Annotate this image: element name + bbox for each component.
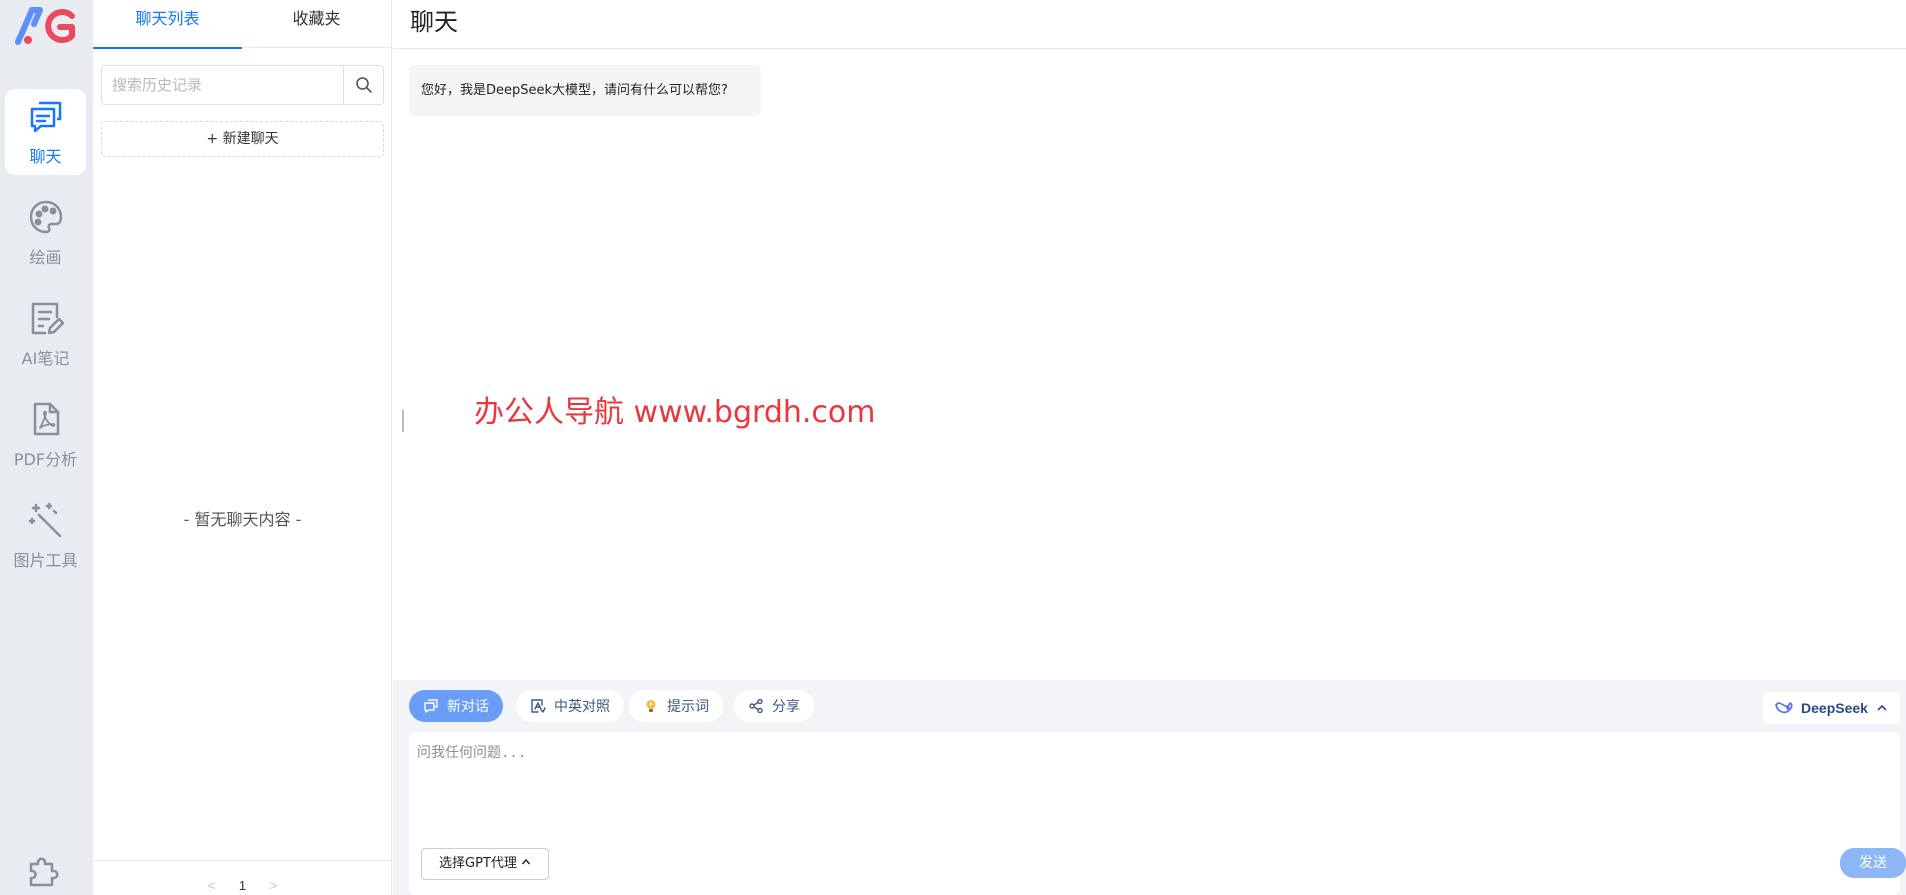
- search-icon: [355, 77, 372, 93]
- rail-item-draw[interactable]: 绘画: [5, 190, 86, 276]
- new-conversation-label: 新对话: [447, 699, 489, 715]
- rail-item-pdf[interactable]: PDF分析: [5, 392, 86, 478]
- tab-chat-list[interactable]: 聊天列表: [93, 0, 242, 49]
- message-input-box: 选择GPT代理 发送: [409, 732, 1906, 895]
- new-chat-button[interactable]: + 新建聊天: [101, 121, 384, 157]
- prompt-label: 提示词: [667, 699, 709, 715]
- chat-main: 聊天 您好，我是DeepSeek大模型，请问有什么可以帮您? 办公人导航 www…: [393, 0, 1906, 895]
- magic-wand-icon: [28, 502, 61, 538]
- select-agent-label: 选择GPT代理: [439, 856, 517, 871]
- rail-label-ai-note: AI笔记: [21, 349, 70, 368]
- translate-icon: [531, 699, 546, 713]
- model-name: DeepSeek: [1801, 700, 1868, 716]
- watermark-text: 办公人导航 www.bgrdh.com: [474, 395, 876, 430]
- note-icon: [31, 302, 64, 335]
- message-input[interactable]: [409, 732, 1900, 852]
- share-button[interactable]: 分享: [734, 690, 814, 722]
- nav-rail: 聊天 绘画 AI笔记 PDF分析 图片工具: [0, 0, 93, 895]
- send-button[interactable]: 发送: [1840, 848, 1906, 878]
- new-conversation-button[interactable]: 新对话: [409, 690, 503, 722]
- prev-page-button[interactable]: <: [208, 871, 216, 895]
- search-box: [101, 65, 384, 105]
- next-page-button[interactable]: >: [270, 871, 278, 895]
- translate-button[interactable]: 中英对照: [516, 690, 624, 722]
- translate-label: 中英对照: [554, 699, 610, 715]
- rail-item-ai-note[interactable]: AI笔记: [5, 291, 86, 377]
- rail-label-image-tools: 图片工具: [13, 551, 78, 570]
- whale-icon: [1775, 702, 1793, 714]
- select-agent-button[interactable]: 选择GPT代理: [421, 848, 549, 880]
- share-label: 分享: [772, 699, 800, 715]
- page-title: 聊天: [410, 8, 458, 36]
- rail-item-chat[interactable]: 聊天: [5, 89, 86, 175]
- pagination: < 1 >: [93, 860, 392, 895]
- tab-favorites[interactable]: 收藏夹: [242, 0, 391, 48]
- assistant-message: 您好，我是DeepSeek大模型，请问有什么可以帮您?: [409, 65, 761, 116]
- prompt-button[interactable]: 提示词: [629, 690, 723, 722]
- rail-item-image-tools[interactable]: 图片工具: [5, 493, 86, 579]
- ag-logo-icon[interactable]: [14, 4, 78, 48]
- chat-list-panel: 聊天列表 收藏夹 + 新建聊天 - 暂无聊天内容 - < 1 >: [93, 0, 392, 895]
- empty-state-text: - 暂无聊天内容 -: [183, 510, 302, 529]
- current-page[interactable]: 1: [239, 871, 246, 895]
- rail-label-chat: 聊天: [29, 147, 62, 166]
- search-button[interactable]: [343, 66, 383, 104]
- composer-area: 新对话 中英对照 提示词 分享 DeepSeek 问我任何问题... 选择GPT…: [393, 680, 1906, 895]
- lightbulb-icon: [646, 700, 656, 712]
- search-input[interactable]: [102, 66, 343, 104]
- puzzle-icon[interactable]: [25, 852, 63, 890]
- new-chat-icon: [424, 699, 438, 713]
- chevron-up-icon: [521, 858, 531, 865]
- rail-label-draw: 绘画: [29, 248, 62, 267]
- share-icon: [749, 698, 763, 714]
- chevron-up-icon: [1877, 704, 1887, 711]
- list-tabs: 聊天列表 收藏夹: [93, 0, 392, 49]
- pdf-icon: [33, 402, 59, 436]
- palette-icon: [29, 200, 62, 234]
- chat-icon: [30, 101, 61, 133]
- model-selector[interactable]: DeepSeek: [1763, 692, 1900, 724]
- rail-label-pdf: PDF分析: [13, 450, 78, 469]
- header-divider: [393, 48, 1906, 49]
